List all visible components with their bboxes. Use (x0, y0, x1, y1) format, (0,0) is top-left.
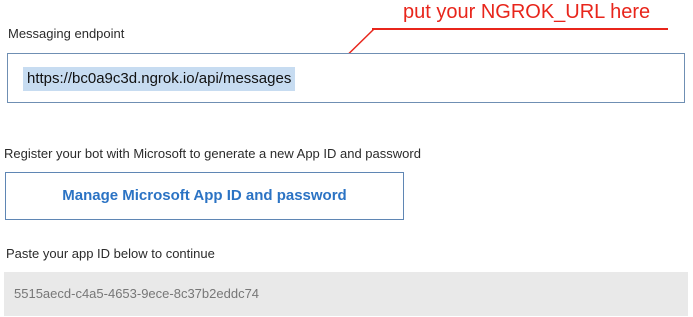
bot-registration-form: put your NGROK_URL here Messaging endpoi… (0, 0, 693, 317)
manage-app-id-button[interactable]: Manage Microsoft App ID and password (5, 172, 404, 220)
app-id-value: 5515aecd-c4a5-4653-9ece-8c37b2eddc74 (14, 286, 260, 301)
messaging-endpoint-input[interactable]: https://bc0a9c3d.ngrok.io/api/messages (7, 53, 685, 103)
annotation-underline (372, 28, 668, 30)
paste-app-id-label: Paste your app ID below to continue (6, 246, 215, 261)
ngrok-url-annotation: put your NGROK_URL here (403, 1, 651, 23)
register-bot-text: Register your bot with Microsoft to gene… (4, 146, 421, 161)
messaging-endpoint-label: Messaging endpoint (8, 26, 125, 41)
app-id-input[interactable]: 5515aecd-c4a5-4653-9ece-8c37b2eddc74 (4, 272, 688, 316)
messaging-endpoint-value: https://bc0a9c3d.ngrok.io/api/messages (23, 67, 296, 91)
